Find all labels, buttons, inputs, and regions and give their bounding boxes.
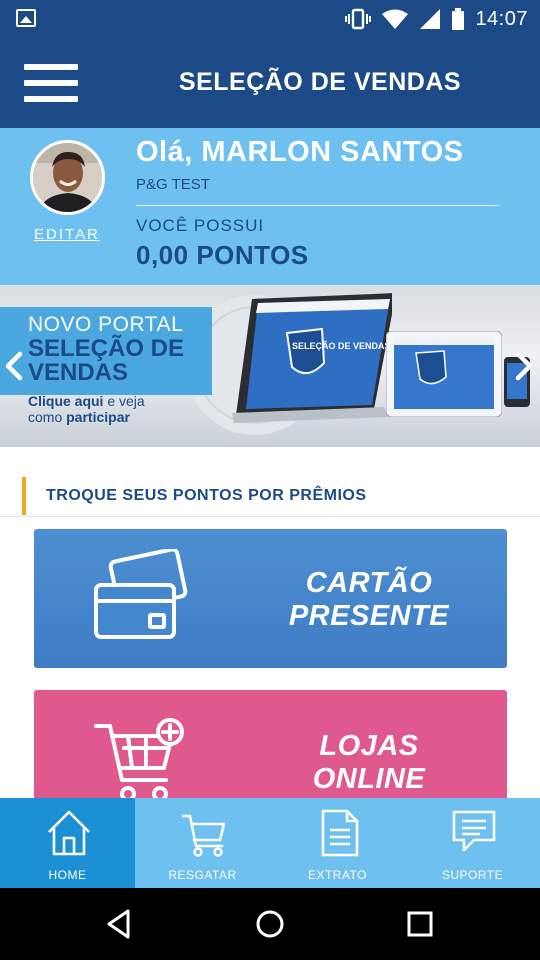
recents-icon[interactable]: [404, 908, 436, 940]
banner-prev-arrow-icon[interactable]: [2, 351, 26, 381]
nav-item-home[interactable]: HOME: [0, 798, 135, 888]
section-title: TROQUE SEUS PONTOS POR PRÊMIOS: [46, 487, 367, 504]
banner-cta-strong-2: participar: [66, 409, 130, 425]
nav-item-suporte[interactable]: SUPORTE: [405, 798, 540, 888]
cart-add-icon: [94, 718, 184, 802]
banner-label: NOVO PORTAL SELEÇÃO DE VENDAS: [0, 307, 212, 395]
banner-cta-strong: Clique aqui: [28, 393, 104, 409]
vibrate-icon: [345, 8, 372, 30]
user-greeting: Olá, MARLON SANTOS: [136, 136, 464, 168]
status-bar: 14:07: [0, 0, 540, 38]
nav-item-extrato[interactable]: EXTRATO: [270, 798, 405, 888]
signal-icon: [420, 9, 441, 29]
gift-card-icon: [94, 549, 188, 639]
gift-card-title: CARTÃO PRESENTE: [274, 567, 464, 633]
bottom-navigation: HOME RESGATAR EXTRATO SUPORTE: [0, 798, 540, 888]
avatar[interactable]: [30, 140, 105, 215]
online-stores-button[interactable]: LOJAS ONLINE: [34, 690, 507, 810]
page-title: SELEÇÃO DE VENDAS: [178, 68, 462, 96]
profile-panel: EDITAR Olá, MARLON SANTOS P&G TEST VOCÊ …: [0, 128, 540, 285]
company-name: P&G TEST: [136, 176, 210, 193]
app-header: SELEÇÃO DE VENDAS: [0, 38, 540, 128]
nav-label-suporte: SUPORTE: [441, 868, 504, 882]
nav-label-extrato: EXTRATO: [307, 868, 368, 882]
cart-icon: [182, 814, 226, 857]
banner-line2: SELEÇÃO DE VENDAS: [28, 335, 185, 386]
system-navigation-bar: [0, 888, 540, 960]
banner-cta: Clique aqui e veja como participar: [28, 393, 178, 425]
status-time: 14:07: [475, 7, 528, 30]
section-header: TROQUE SEUS PONTOS POR PRÊMIOS: [0, 477, 540, 517]
user-photo-icon: [33, 143, 102, 212]
gift-card-title-line1: CARTÃO: [305, 567, 433, 599]
points-value: 0,00 PONTOS: [136, 240, 309, 270]
online-stores-title-line2: ONLINE: [312, 763, 426, 795]
back-icon[interactable]: [104, 908, 136, 940]
banner-next-arrow-icon[interactable]: [512, 351, 536, 381]
nav-item-resgatar[interactable]: RESGATAR: [135, 798, 270, 888]
points-label: VOCÊ POSSUI: [136, 216, 265, 235]
divider: [136, 205, 500, 206]
hamburger-menu-icon[interactable]: [24, 64, 80, 102]
online-stores-title: LOJAS ONLINE: [274, 730, 464, 796]
promo-banner[interactable]: NOVO PORTAL SELEÇÃO DE VENDAS Clique aqu…: [0, 285, 540, 447]
edit-profile-link[interactable]: EDITAR: [24, 226, 110, 243]
nav-label-resgatar: RESGATAR: [168, 868, 237, 882]
banner-line1: NOVO PORTAL: [28, 313, 184, 336]
section-accent-bar: [22, 477, 26, 515]
nav-label-home: HOME: [48, 868, 87, 882]
gift-card-button[interactable]: CARTÃO PRESENTE: [34, 529, 507, 668]
status-icons: 14:07: [345, 6, 528, 32]
svg-text:SELEÇÃO DE VENDAS: SELEÇÃO DE VENDAS: [292, 341, 391, 351]
home-circle-icon[interactable]: [254, 908, 286, 940]
chat-icon: [452, 810, 496, 852]
wifi-icon: [382, 9, 409, 29]
document-icon: [321, 809, 359, 857]
laptop-illustration: SELEÇÃO DE VENDAS: [232, 293, 392, 423]
home-icon: [48, 810, 90, 856]
tablet-illustration: [386, 331, 502, 417]
gift-card-title-line2: PRESENTE: [288, 600, 450, 632]
image-notification-icon: [16, 9, 36, 27]
online-stores-title-line1: LOJAS: [319, 730, 419, 762]
battery-icon: [452, 8, 465, 30]
